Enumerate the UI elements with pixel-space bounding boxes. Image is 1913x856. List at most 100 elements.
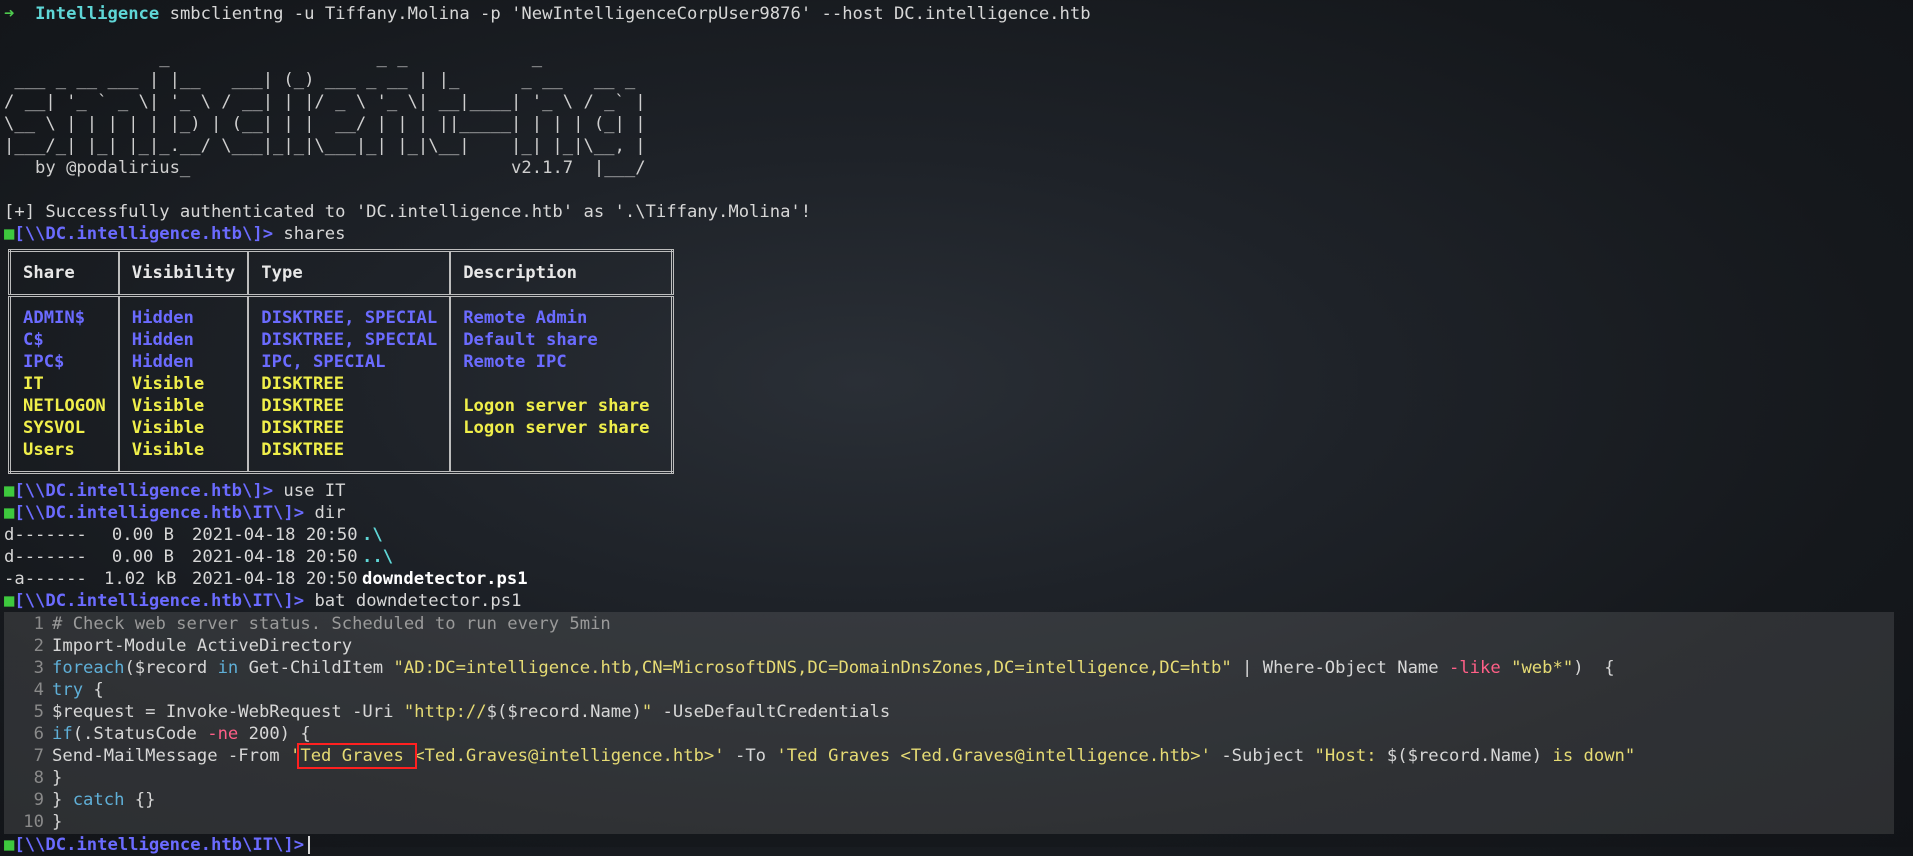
- cell-share: C$: [23, 330, 44, 350]
- terminal-window[interactable]: ➜ Intelligence smbclientng -u Tiffany.Mo…: [4, 3, 1894, 856]
- cell-visibility: Visible: [117, 373, 249, 395]
- smb-prompt-line: ■[\\DC.intelligence.htb\IT\]> dir: [4, 502, 1889, 524]
- code-text: ) {: [1573, 658, 1615, 678]
- table-row: NETLOGON Visible DISKTREE Logon server shar…: [10, 395, 673, 417]
- list-item: d------- 0.00 B 2021-04-18 20:50 ..\: [4, 546, 1889, 568]
- code-keyword: in: [217, 658, 239, 678]
- code-line: 7 Send-MailMessage -From 'Ted Graves <Ted…: [4, 743, 1894, 769]
- cell-share: IT: [23, 374, 44, 394]
- text-cursor[interactable]: [308, 836, 311, 854]
- cell-type: DISKTREE, SPECIAL: [247, 329, 451, 351]
- line-number: 2: [33, 636, 44, 656]
- code-text: $($record.Name): [1386, 746, 1543, 766]
- line-number: 4: [33, 680, 44, 700]
- cell-description: Remote IPC: [449, 351, 673, 373]
- cell-type: DISKTREE, SPECIAL: [247, 307, 451, 329]
- file-size: 0.00 B: [111, 525, 174, 545]
- code-text: {: [83, 680, 104, 700]
- line-number: 5: [33, 702, 44, 722]
- code-string: is down": [1542, 746, 1636, 766]
- prompt-square-icon: ■: [4, 481, 15, 501]
- code-operator: -like: [1448, 658, 1501, 678]
- smb-prompt-line: ■[\\DC.intelligence.htb\]> use IT: [4, 480, 1889, 502]
- table-row: IT Visible DISKTREE: [10, 373, 673, 395]
- code-line: 2 Import-Module ActiveDirectory: [4, 635, 1894, 657]
- file-date: 2021-04-18 20:50: [192, 547, 358, 567]
- line-number: 8: [33, 768, 44, 788]
- code-operator: -ne: [207, 724, 239, 744]
- code-text: -Subject: [1210, 746, 1315, 766]
- code-text: Get-ChildItem: [238, 658, 394, 678]
- banner-line-1: _ _ _ _: [4, 48, 543, 68]
- highlighted-name: Ted Graves: [297, 743, 418, 769]
- cell-description: Logon server share: [449, 417, 673, 439]
- cell-description: [449, 439, 673, 461]
- banner-line-5: |___/_| |_| |_|_.__/ \___|_|_|\___|_| |_…: [4, 136, 646, 156]
- file-size: 0.00 B: [111, 547, 174, 567]
- smb-prompt-line: ■[\\DC.intelligence.htb\]> shares: [4, 223, 1889, 245]
- line-number: 10: [23, 812, 44, 832]
- cell-share: Users: [23, 440, 75, 460]
- auth-message: [+] Successfully authenticated to 'DC.in…: [4, 202, 812, 222]
- list-item: -a------ 1.02 kB 2021-04-18 20:50 downdetec…: [4, 568, 1889, 590]
- command-text: smbclientng -u Tiffany.Molina -p 'NewInt…: [169, 4, 1091, 24]
- file-permissions: d-------: [4, 547, 87, 567]
- smb-prompt-line[interactable]: ■[\\DC.intelligence.htb\IT\]>: [4, 834, 1889, 856]
- file-size: 1.02 kB: [104, 569, 177, 589]
- code-string: ": [641, 702, 653, 722]
- prompt-square-icon: ■: [4, 503, 15, 523]
- code-viewer: 1 # Check web server status. Scheduled to…: [4, 612, 1894, 834]
- code-text: 200) {: [238, 724, 311, 744]
- code-text: $($record.Name): [486, 702, 642, 722]
- cell-share: ADMIN$: [23, 308, 86, 328]
- cell-description: [449, 373, 673, 395]
- code-keyword: if: [52, 724, 73, 744]
- smb-command: bat downdetector.ps1: [304, 591, 522, 611]
- smb-prompt-line: ■[\\DC.intelligence.htb\IT\]> bat downde…: [4, 590, 1889, 612]
- code-line: 10}: [4, 811, 1894, 833]
- code-text: (.StatusCode: [72, 724, 208, 744]
- code-text: $request = Invoke-WebRequest -Uri: [52, 702, 404, 722]
- banner-credits: by @podalirius_ v2.1.7 |___/: [4, 157, 1889, 179]
- col-visibility-header: Visibility: [117, 250, 249, 297]
- code-line: 4 try {: [4, 679, 1894, 701]
- code-line: 6 if(.StatusCode -ne 200) {: [4, 723, 1894, 745]
- shares-table: Share Visibility Type Description ADMIN$…: [8, 249, 675, 474]
- cell-share: NETLOGON: [23, 396, 106, 416]
- cell-description: Default share: [449, 329, 673, 351]
- code-keyword: try: [52, 680, 84, 700]
- file-date: 2021-04-18 20:50: [192, 525, 358, 545]
- file-permissions: -a------: [4, 569, 87, 589]
- cell-visibility: Hidden: [117, 329, 249, 351]
- banner-author: by @podalirius_: [4, 158, 191, 178]
- cell-share: IPC$: [23, 352, 65, 372]
- dir-listing: d------- 0.00 B 2021-04-18 20:50 .\ d-------…: [4, 524, 1889, 590]
- banner-version: v2.1.7: [511, 158, 574, 178]
- code-string: "web*": [1511, 658, 1574, 678]
- cell-description: Logon server share: [449, 395, 673, 417]
- code-string: ': [290, 746, 301, 766]
- list-item: d------- 0.00 B 2021-04-18 20:50 .\: [4, 524, 1889, 546]
- smb-prompt-path: [\\DC.intelligence.htb\]>: [14, 224, 274, 244]
- cell-visibility: Hidden: [117, 351, 249, 373]
- smb-prompt-path: [\\DC.intelligence.htb\IT\]>: [14, 591, 305, 611]
- file-name: downdetector.ps1: [362, 569, 528, 589]
- cell-visibility: Visible: [117, 417, 249, 439]
- line-number: 9: [33, 790, 44, 810]
- file-name: ..\: [362, 547, 394, 567]
- cell-type: DISKTREE: [247, 395, 451, 417]
- code-text: {}: [124, 790, 156, 810]
- code-text: Import-Module ActiveDirectory: [52, 636, 353, 656]
- smb-prompt-path: [\\DC.intelligence.htb\IT\]>: [14, 503, 305, 523]
- col-type-header: Type: [247, 250, 451, 297]
- line-number: 6: [33, 724, 44, 744]
- code-string: 'Ted Graves <Ted.Graves@intelligence.htb…: [776, 746, 1211, 766]
- table-row: Users Visible DISKTREE: [10, 439, 673, 461]
- code-text: | Where-Object Name: [1231, 658, 1449, 678]
- cell-type: DISKTREE: [247, 417, 451, 439]
- code-comment: # Check web server status. Scheduled to …: [52, 614, 611, 634]
- smb-prompt-path: [\\DC.intelligence.htb\IT\]>: [14, 835, 305, 855]
- code-text: -UseDefaultCredentials: [652, 702, 891, 722]
